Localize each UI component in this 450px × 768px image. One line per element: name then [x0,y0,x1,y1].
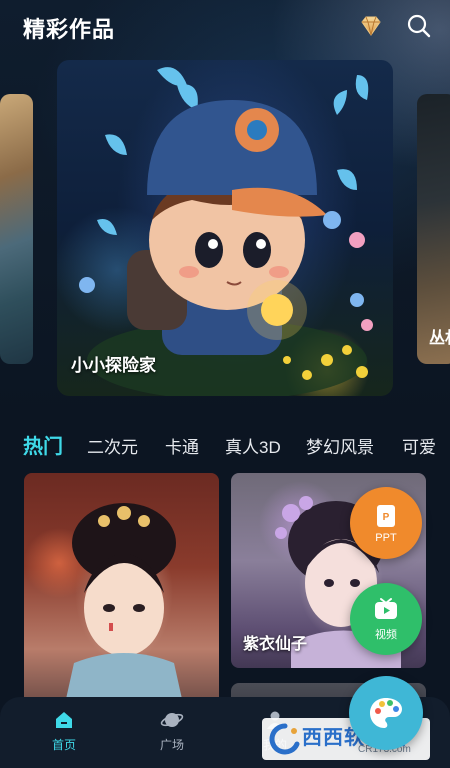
tab-realistic-3d[interactable]: 真人3D [225,433,281,458]
tab-hot[interactable]: 热门 [23,430,63,459]
featured-carousel: 小小探险家 丛林 [0,60,450,398]
tab-square-label: 广场 [159,738,184,752]
carousel-card-label: 丛林 [429,330,450,347]
tab-home-label: 首页 [51,738,76,752]
artwork-card-label: 紫衣仙子 [243,636,308,653]
artwork-card[interactable] [24,473,219,708]
tab-cartoon[interactable]: 卡通 [165,433,199,458]
search-icon[interactable] [405,12,433,40]
tab-home[interactable]: 首页 [34,709,94,753]
video-icon [375,597,397,619]
header: 精彩作品 [0,0,450,52]
video-label: 视频 [375,628,397,641]
tab-fantasy-landscape[interactable]: 梦幻风景 [306,433,374,458]
tab-cute[interactable]: 可爱 [402,433,436,458]
palette-icon [370,698,402,728]
video-button[interactable]: 视频 [350,583,422,655]
planet-icon [160,713,184,727]
tab-anime[interactable]: 二次元 [87,433,138,458]
ppt-label: PPT [375,531,397,544]
tab-square[interactable]: 广场 [142,709,202,753]
featured-artwork [79,67,373,396]
svg-text:P: P [383,512,390,523]
paint-button[interactable] [349,676,423,750]
ppt-icon: P [377,504,395,527]
carousel-card-prev[interactable] [0,94,33,364]
watermark-logo-icon [269,723,300,755]
page-title: 精彩作品 [23,17,116,42]
category-tabs: 热门 二次元 卡通 真人3D 梦幻风景 可爱 [0,430,450,462]
home-icon [56,712,72,728]
carousel-card-next[interactable]: 丛林 [417,94,450,364]
carousel-card-featured[interactable]: 小小探险家 [57,60,393,396]
artwork-image [64,503,184,708]
diamond-icon[interactable] [357,12,385,40]
ppt-button[interactable]: P PPT [350,487,422,559]
carousel-card-label: 小小探险家 [71,356,156,375]
